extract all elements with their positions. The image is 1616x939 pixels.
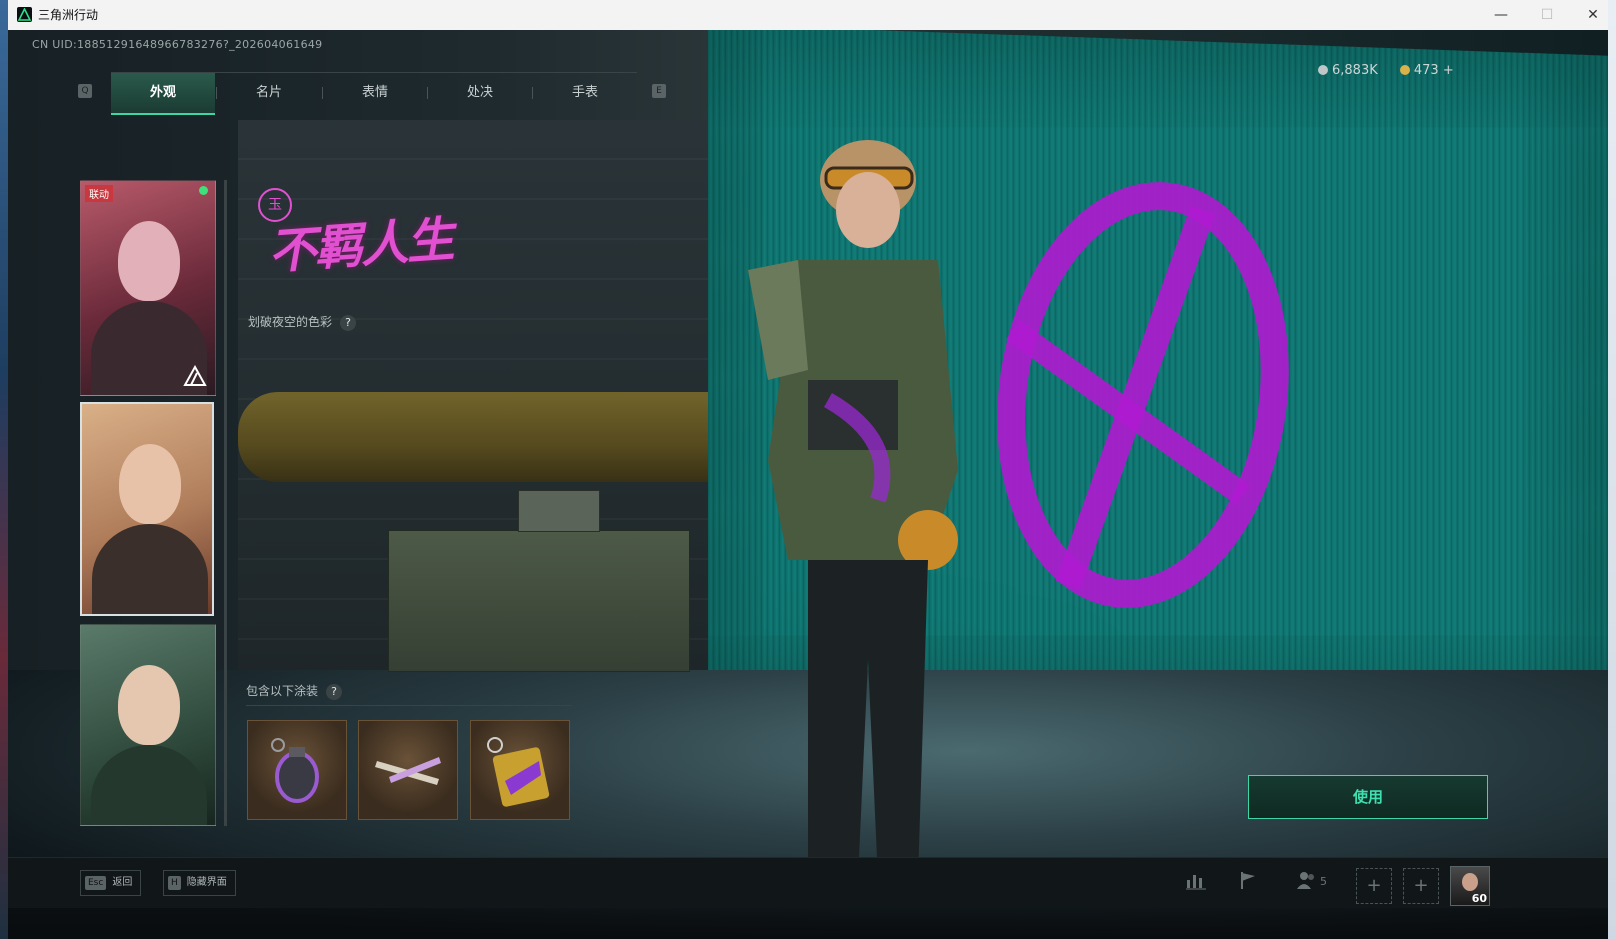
hide-ui-label: 隐藏界面: [186, 877, 227, 888]
skin-card-default[interactable]: [80, 624, 216, 826]
maximize-button[interactable]: ☐: [1524, 0, 1570, 30]
knife-icon: [375, 757, 441, 785]
esc-key: Esc: [85, 876, 107, 890]
skin-portrait: [119, 444, 181, 524]
add-teammate-slot[interactable]: +: [1356, 868, 1392, 904]
back-label: 返回: [112, 877, 133, 888]
coatings-divider: [246, 705, 572, 706]
tab-strip: 外观 名片 表情 处决 手表: [111, 72, 637, 115]
minimize-button[interactable]: —: [1478, 0, 1524, 30]
coating-item-case[interactable]: [470, 720, 570, 820]
graffiti-emblem: [997, 182, 1289, 608]
desktop-right-edge: [1608, 0, 1616, 939]
player-level: 60: [1471, 892, 1487, 905]
case-icon: [487, 737, 550, 807]
scene-yellow-pipe: [238, 392, 708, 482]
h-key: H: [168, 876, 181, 890]
currency-display: 6,883K 473 +: [1318, 63, 1454, 83]
scene-crate: [388, 530, 690, 672]
skin-list: 联动: [80, 180, 216, 826]
avatar-face: [1462, 873, 1478, 891]
coatings-header: 包含以下涂装?: [246, 682, 343, 700]
tab-appearance[interactable]: 外观: [111, 73, 215, 115]
back-hint[interactable]: Esc 返回: [80, 870, 142, 896]
skin-portrait: [118, 221, 180, 301]
flag-icon[interactable]: [1234, 870, 1262, 896]
coating-item-grenade[interactable]: [247, 720, 347, 820]
coatings-label: 包含以下涂装: [246, 684, 319, 698]
window-title: 三角洲行动: [38, 8, 99, 22]
collab-badge: 联动: [85, 185, 113, 202]
tab-watch[interactable]: 手表: [533, 73, 637, 113]
stats-icon[interactable]: [1182, 870, 1210, 896]
skin-portrait-body: [92, 524, 208, 614]
skin-list-scrollbar[interactable]: [224, 180, 227, 826]
use-button[interactable]: 使用: [1248, 775, 1488, 819]
skin-description: 划破夜空的色彩?: [248, 313, 357, 331]
brand-logo-icon: [183, 365, 207, 386]
silver-coin-icon: [1318, 65, 1328, 75]
tab-execution[interactable]: 处决: [428, 73, 532, 113]
add-teammate-slot[interactable]: +: [1403, 868, 1439, 904]
skin-title-logo: 玉 不羁人生: [256, 182, 526, 302]
tab-emote[interactable]: 表情: [323, 73, 427, 113]
grenade-icon: [271, 738, 319, 803]
close-button[interactable]: ✕: [1570, 0, 1608, 30]
skin-title-text: 不羁人生: [266, 211, 455, 281]
silver-amount: 6,883K: [1332, 63, 1378, 78]
bottom-bar: Esc 返回 H 隐藏界面 5 + + 60: [8, 857, 1608, 939]
app-logo-icon: [17, 7, 32, 22]
skin-card-selected[interactable]: [80, 402, 214, 616]
operator-character: [748, 140, 958, 880]
squad-count: 5: [1320, 875, 1327, 888]
player-uid: CN UID:18851291648966783276?_20260406164…: [32, 38, 323, 51]
skin-portrait: [118, 665, 180, 745]
help-icon[interactable]: ?: [340, 315, 357, 331]
coating-item-knives[interactable]: [358, 720, 458, 820]
skin-description-text: 划破夜空的色彩: [248, 315, 333, 329]
tab-namecard[interactable]: 名片: [217, 73, 321, 113]
hide-ui-hint[interactable]: H 隐藏界面: [163, 870, 236, 896]
help-icon[interactable]: ?: [326, 684, 343, 700]
game-window: 三角洲行动 — ☐ ✕ CN UID:18851291648966783276?…: [8, 0, 1608, 939]
skin-portrait-body: [91, 745, 207, 825]
desktop-left-edge: [0, 0, 8, 939]
bottom-bar-strip: Esc 返回 H 隐藏界面 5 + + 60: [8, 857, 1608, 908]
gold-amount[interactable]: 473 +: [1414, 63, 1454, 78]
scene-crate-lid: [518, 490, 600, 532]
title-bar[interactable]: 三角洲行动 — ☐ ✕: [8, 0, 1608, 31]
gold-coin-icon: [1399, 65, 1410, 75]
game-viewport: CN UID:18851291648966783276?_20260406164…: [8, 30, 1608, 939]
skin-card-collab[interactable]: 联动: [80, 180, 216, 396]
squad-icon[interactable]: [1292, 870, 1320, 896]
equipped-indicator: [199, 186, 208, 195]
category-tabs: Q 外观 名片 表情 处决 手表 E: [78, 72, 668, 115]
prev-tab-key[interactable]: Q: [78, 84, 92, 98]
next-tab-key[interactable]: E: [652, 84, 666, 98]
player-avatar[interactable]: 60: [1450, 866, 1490, 906]
